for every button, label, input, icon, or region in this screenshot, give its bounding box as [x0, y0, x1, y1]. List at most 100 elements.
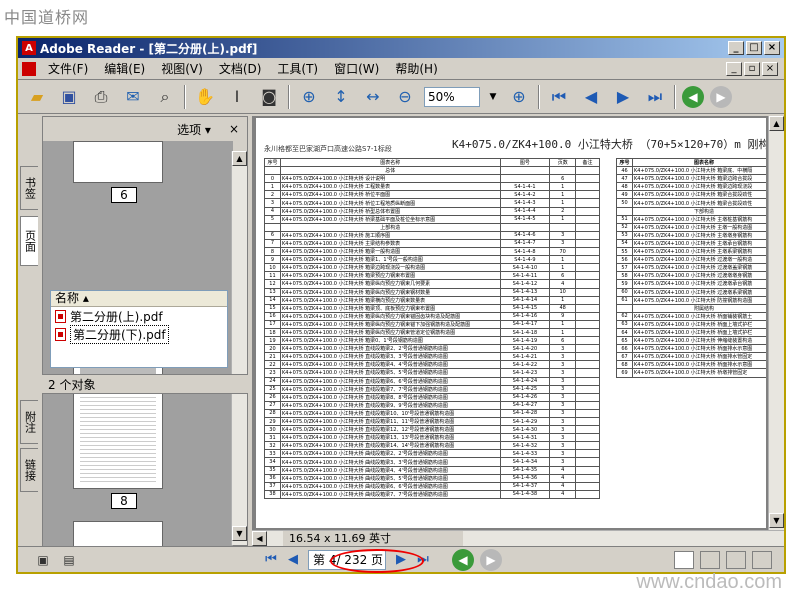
table-cell: 17	[264, 319, 281, 329]
scroll-up-icon[interactable]: ▲	[232, 151, 247, 166]
table-row: 50 K4+075.0/ZK4+100.0 小江特大桥 箱梁合拢段劲性	[616, 198, 766, 208]
table-cell: K4+075.0/ZK4+100.0 小江特大桥 曲线段箱梁4、4'号段普通钢筋…	[279, 465, 501, 475]
table-cell	[575, 416, 600, 427]
zoom-dropdown-icon[interactable]: ▼	[486, 87, 500, 107]
first-page-button[interactable]: ⏮	[260, 550, 282, 570]
back-view-button[interactable]: ◀	[452, 548, 474, 571]
table-row: 29 K4+075.0/ZK4+100.0 小江特大桥 直线段箱梁11、11'号段…	[264, 416, 600, 427]
zoom-input[interactable]: 50%	[424, 86, 480, 107]
table-row: 总体	[264, 166, 600, 176]
tab-comments[interactable]: 附注	[20, 400, 38, 444]
table-cell	[575, 376, 600, 386]
table-row: 17 K4+075.0/ZK4+100.0 小江特大桥 箱梁纵向预应力钢束锚下加强…	[264, 319, 600, 329]
zoom-out-icon[interactable]: ⊖	[392, 84, 418, 110]
facing-view-button[interactable]	[726, 550, 746, 569]
prev-page-icon[interactable]: ◀	[578, 84, 604, 110]
open-folder-icon[interactable]: ▰	[24, 84, 50, 110]
doc-restore-button[interactable]: ▫	[744, 61, 760, 76]
table-cell: K4+075.0/ZK4+100.0 小江特大桥 桥面上墙式护栏	[632, 327, 766, 338]
scroll-down-icon[interactable]: ▼	[769, 513, 784, 528]
tab-pages[interactable]: 页面	[20, 216, 38, 266]
single-page-view-button[interactable]	[674, 550, 694, 569]
table-cell: 12	[264, 279, 281, 289]
table-cell: S4-1-4-33	[499, 449, 551, 459]
scroll-down-icon[interactable]: ▼	[232, 526, 247, 541]
tab-bookmarks[interactable]: 书签	[20, 166, 38, 210]
menu-view[interactable]: 视图(V)	[153, 60, 211, 77]
table-cell: 68	[616, 360, 633, 370]
table-row: 10 K4+075.0/ZK4+100.0 小江特大桥 箱梁边跨现浇段一般构造图 S…	[264, 263, 600, 273]
table-cell: 1	[549, 319, 577, 329]
table-cell: 27	[264, 400, 281, 410]
doc-minimize-button[interactable]: _	[726, 61, 742, 76]
email-icon[interactable]: ✉	[120, 84, 146, 110]
table-cell: 52	[616, 222, 633, 232]
first-page-icon[interactable]: ⏮	[546, 84, 572, 110]
table-cell: K4+075.0/ZK4+100.0 小江特大桥 箱梁0、1'号段钢筋构造图	[279, 336, 501, 346]
menu-document[interactable]: 文档(D)	[211, 60, 270, 77]
file-item[interactable]: 第二分册(下).pdf	[51, 324, 227, 344]
close-button[interactable]: ×	[764, 41, 780, 55]
tab-links[interactable]: 链接	[20, 448, 38, 492]
maximize-button[interactable]: □	[746, 41, 762, 55]
file-item[interactable]: 第二分册(上).pdf	[51, 307, 227, 325]
close-panel-icon[interactable]: ×	[229, 122, 239, 136]
fit-height-icon[interactable]: ↕	[328, 84, 354, 110]
prev-page-button[interactable]: ◀	[282, 550, 304, 570]
table-cell	[575, 214, 600, 224]
fit-width-icon[interactable]: ↔	[360, 84, 386, 110]
document-hscrollbar[interactable]: ◀ 16.54 x 11.69 英寸	[252, 530, 784, 546]
search-binoculars-icon[interactable]: ⌕	[152, 84, 178, 110]
table-cell: K4+075.0/ZK4+100.0 小江特大桥 箱梁1、1'号段一般构造图	[279, 255, 501, 265]
table-row: 65 K4+075.0/ZK4+100.0 小江特大桥 伸缩缝装置构造	[616, 336, 766, 346]
snapshot-icon[interactable]: ◙	[256, 84, 282, 110]
table-row: 11 K4+075.0/ZK4+100.0 小江特大桥 箱梁预应力钢束布置图 S4-…	[264, 271, 600, 281]
table-cell	[575, 279, 600, 289]
doc-close-button[interactable]: ×	[762, 61, 778, 76]
options-menu[interactable]: 选项 ▾	[177, 121, 211, 138]
table-cell: K4+075.0/ZK4+100.0 小江特大桥 直线段箱梁6、6'号段普通钢筋…	[279, 376, 501, 386]
menu-file[interactable]: 文件(F)	[40, 60, 96, 77]
table-cell	[575, 222, 600, 232]
scroll-up-icon[interactable]: ▲	[769, 116, 784, 131]
panel-toggle-icon[interactable]: ▣	[30, 547, 56, 573]
table-cell: K4+075.0/ZK4+100.0 小江特大桥 伸缩缝装置构造	[632, 336, 766, 346]
continuous-facing-view-button[interactable]	[752, 550, 772, 569]
forward-view-icon[interactable]: ▶	[710, 85, 732, 108]
table-cell: K4+075.0/ZK4+100.0 小江特大桥 直线段箱梁10、10'号段普通…	[279, 408, 501, 419]
thumbnail-page[interactable]	[73, 141, 163, 183]
forward-view-button[interactable]: ▶	[480, 548, 502, 571]
zoom-plus-icon[interactable]: ⊕	[506, 84, 532, 110]
table-cell	[575, 166, 600, 176]
scroll-left-icon[interactable]: ◀	[252, 531, 267, 546]
menu-tools[interactable]: 工具(T)	[269, 60, 326, 77]
file-list-header[interactable]: 名称 ▴	[51, 291, 227, 307]
menu-help[interactable]: 帮助(H)	[387, 60, 445, 77]
table-cell: 29	[264, 416, 281, 427]
table-cell: K4+075.0/ZK4+100.0 小江特大桥 箱梁边跨现浇段	[632, 182, 766, 192]
menu-window[interactable]: 窗口(W)	[326, 60, 387, 77]
continuous-view-button[interactable]	[700, 550, 720, 569]
table-cell: 1	[549, 295, 577, 305]
thumbnail-page[interactable]	[73, 521, 163, 547]
back-view-icon[interactable]: ◀	[682, 85, 704, 108]
table-row: 18 K4+075.0/ZK4+100.0 小江特大桥 箱梁纵向预应力钢束管道定位…	[264, 327, 600, 338]
save-icon[interactable]: ▣	[56, 84, 82, 110]
table-row: 14 K4+075.0/ZK4+100.0 小江特大桥 箱梁横向预应力钢束数量表 S…	[264, 295, 600, 305]
menu-edit[interactable]: 编辑(E)	[96, 60, 153, 77]
zoom-in-tool-icon[interactable]: ⊕	[296, 84, 322, 110]
last-page-icon[interactable]: ⏭	[642, 84, 668, 110]
hand-tool-icon[interactable]: ✋	[192, 84, 218, 110]
table-cell: S4-1-4-31	[499, 433, 551, 443]
table-cell: K4+075.0/ZK4+100.0 小江特大桥 过渡墩承台钢筋	[632, 279, 766, 289]
next-page-icon[interactable]: ▶	[610, 84, 636, 110]
minimize-button[interactable]: _	[728, 41, 744, 55]
document-vscrollbar[interactable]: ▲ ▼	[768, 116, 784, 530]
doc-info-icon[interactable]: ▤	[56, 547, 82, 573]
table-cell	[575, 255, 600, 265]
print-icon[interactable]: ⎙	[88, 84, 114, 110]
table-cell: K4+075.0/ZK4+100.0 小江特大桥 直线段箱梁13、13'号段普通…	[279, 433, 501, 443]
thumbnail-scrollbar[interactable]: ▲ ▼	[231, 151, 247, 545]
select-text-icon[interactable]: I	[224, 84, 250, 110]
table-cell: 48	[616, 182, 633, 192]
